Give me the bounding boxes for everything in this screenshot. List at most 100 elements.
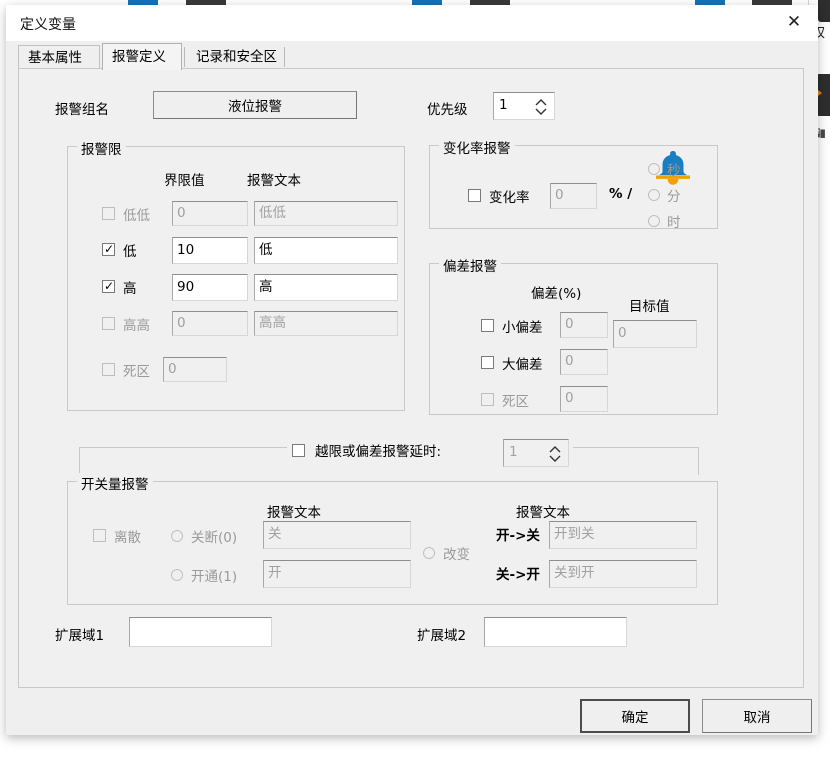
input-high-high-limit[interactable]: 0	[172, 311, 248, 336]
priority-label: 优先级	[427, 102, 468, 118]
input-low-low-text[interactable]: 低低	[254, 201, 398, 226]
label-on-to-off: 开->关	[496, 528, 540, 544]
checkbox-low-low[interactable]	[102, 207, 115, 220]
radio-rate-second[interactable]	[648, 163, 660, 175]
check-icon: ✓	[104, 242, 115, 256]
input-low-text[interactable]: 低	[254, 237, 398, 264]
label-high-high: 高高	[123, 318, 150, 334]
value: 关到开	[554, 565, 595, 582]
input-small-deviation[interactable]: 0	[560, 312, 608, 338]
spinner-arrows-icon[interactable]	[548, 442, 562, 466]
label-change: 改变	[443, 547, 470, 563]
cancel-button[interactable]: 取消	[702, 699, 812, 733]
tab-label: 报警定义	[112, 49, 166, 65]
label-rate-hour: 时	[667, 215, 681, 231]
value: 0	[555, 187, 564, 204]
ok-button[interactable]: 确定	[580, 699, 690, 733]
input-large-deviation[interactable]: 0	[560, 349, 608, 375]
value: 10	[177, 241, 195, 258]
input-deviation-deadband[interactable]: 0	[560, 386, 608, 412]
checkbox-discrete[interactable]	[93, 529, 106, 542]
input-on-to-off-text[interactable]: 开到关	[549, 521, 697, 549]
define-variable-dialog: 定义变量 ✕ 基本属性 报警定义 记录和安全区 报警组名 液位报警 优先级 1	[6, 5, 818, 735]
priority-stepper[interactable]: 1	[493, 92, 555, 120]
radio-rate-minute[interactable]	[648, 189, 660, 201]
checkbox-rate[interactable]	[468, 189, 481, 202]
discrete-text-column-header-left: 报警文本	[267, 505, 321, 521]
alarm-limits-title: 报警限	[77, 138, 126, 158]
value: 0	[177, 204, 186, 221]
input-deadband[interactable]: 0	[163, 357, 227, 382]
tab-alarm-definition[interactable]: 报警定义	[102, 43, 182, 70]
checkbox-delay[interactable]	[292, 444, 305, 457]
input-on-text[interactable]: 开	[263, 560, 411, 588]
tab-strip: 基本属性 报警定义 记录和安全区	[18, 43, 804, 70]
label-off-to-on: 关->开	[496, 567, 540, 583]
label-rate: 变化率	[489, 190, 530, 206]
delay-stepper[interactable]: 1	[503, 439, 569, 467]
checkbox-low[interactable]: ✓	[102, 243, 115, 256]
tab-divider	[184, 47, 185, 67]
bg-shape	[818, 0, 830, 22]
input-high-high-text[interactable]: 高高	[254, 311, 398, 336]
cancel-button-label: 取消	[743, 710, 771, 726]
deviation-alarm-title: 偏差报警	[439, 255, 501, 275]
label-low-low: 低低	[123, 208, 150, 224]
label-low: 低	[123, 244, 137, 260]
input-target-value[interactable]: 0	[613, 320, 697, 348]
radio-rate-hour[interactable]	[648, 215, 660, 227]
input-low-limit[interactable]: 10	[172, 237, 248, 264]
label-discrete: 离散	[114, 530, 141, 546]
alarm-definition-panel: 报警组名 液位报警 优先级 1 报警限 界限值 报警文本 低低 0 低低 ✓ 低…	[18, 68, 804, 688]
dialog-title: 定义变量	[20, 17, 76, 33]
value: 0	[565, 316, 574, 333]
input-off-text[interactable]: 关	[263, 521, 411, 549]
tab-basic-properties[interactable]: 基本属性	[18, 45, 100, 69]
dialog-titlebar: 定义变量 ✕	[6, 5, 818, 41]
value: 高高	[259, 314, 286, 331]
radio-change[interactable]	[423, 547, 435, 559]
extension-field-2-label: 扩展域2	[417, 628, 467, 644]
tab-record-security[interactable]: 记录和安全区	[187, 45, 293, 69]
checkbox-small-deviation[interactable]	[481, 319, 494, 332]
input-off-to-on-text[interactable]: 关到开	[549, 560, 697, 588]
extension-field-1-input[interactable]	[129, 617, 272, 647]
tab-divider	[284, 47, 285, 67]
input-low-low-limit[interactable]: 0	[172, 201, 248, 226]
input-rate-value[interactable]: 0	[550, 183, 597, 209]
tab-label: 基本属性	[28, 50, 82, 66]
alarm-group-name-button[interactable]: 液位报警	[153, 91, 357, 119]
value: 90	[177, 278, 195, 295]
priority-value: 1	[499, 97, 508, 113]
group-name-label: 报警组名	[55, 102, 109, 118]
checkbox-high[interactable]: ✓	[102, 280, 115, 293]
spinner-arrows-icon[interactable]	[534, 95, 548, 119]
value: 高	[259, 278, 273, 295]
value: 关	[268, 526, 282, 543]
delay-value: 1	[509, 444, 518, 460]
input-high-limit[interactable]: 90	[172, 274, 248, 301]
value: 低低	[259, 204, 286, 221]
label-small-deviation: 小偏差	[502, 320, 543, 336]
label-large-deviation: 大偏差	[502, 357, 543, 373]
ok-button-label: 确定	[621, 710, 649, 726]
checkbox-large-deviation[interactable]	[481, 356, 494, 369]
label-deviation-deadband: 死区	[502, 394, 529, 410]
deviation-column-header: 偏差(%)	[531, 286, 582, 302]
label-rate-unit-prefix: % /	[609, 186, 633, 202]
tab-label: 记录和安全区	[196, 49, 277, 65]
input-high-text[interactable]: 高	[254, 274, 398, 301]
radio-on-state[interactable]	[171, 569, 183, 581]
radio-off-state[interactable]	[171, 530, 183, 542]
rate-alarm-title: 变化率报警	[439, 137, 515, 157]
check-icon: ✓	[104, 279, 115, 293]
checkbox-deadband[interactable]	[102, 363, 115, 376]
value: 0	[565, 390, 574, 407]
close-icon[interactable]: ✕	[772, 5, 816, 39]
checkbox-deviation-deadband[interactable]	[481, 393, 494, 406]
checkbox-high-high[interactable]	[102, 317, 115, 330]
value: 低	[259, 241, 273, 258]
label-off-state: 关断(0)	[191, 530, 238, 546]
extension-field-2-input[interactable]	[484, 617, 627, 647]
label-rate-minute: 分	[667, 189, 681, 205]
